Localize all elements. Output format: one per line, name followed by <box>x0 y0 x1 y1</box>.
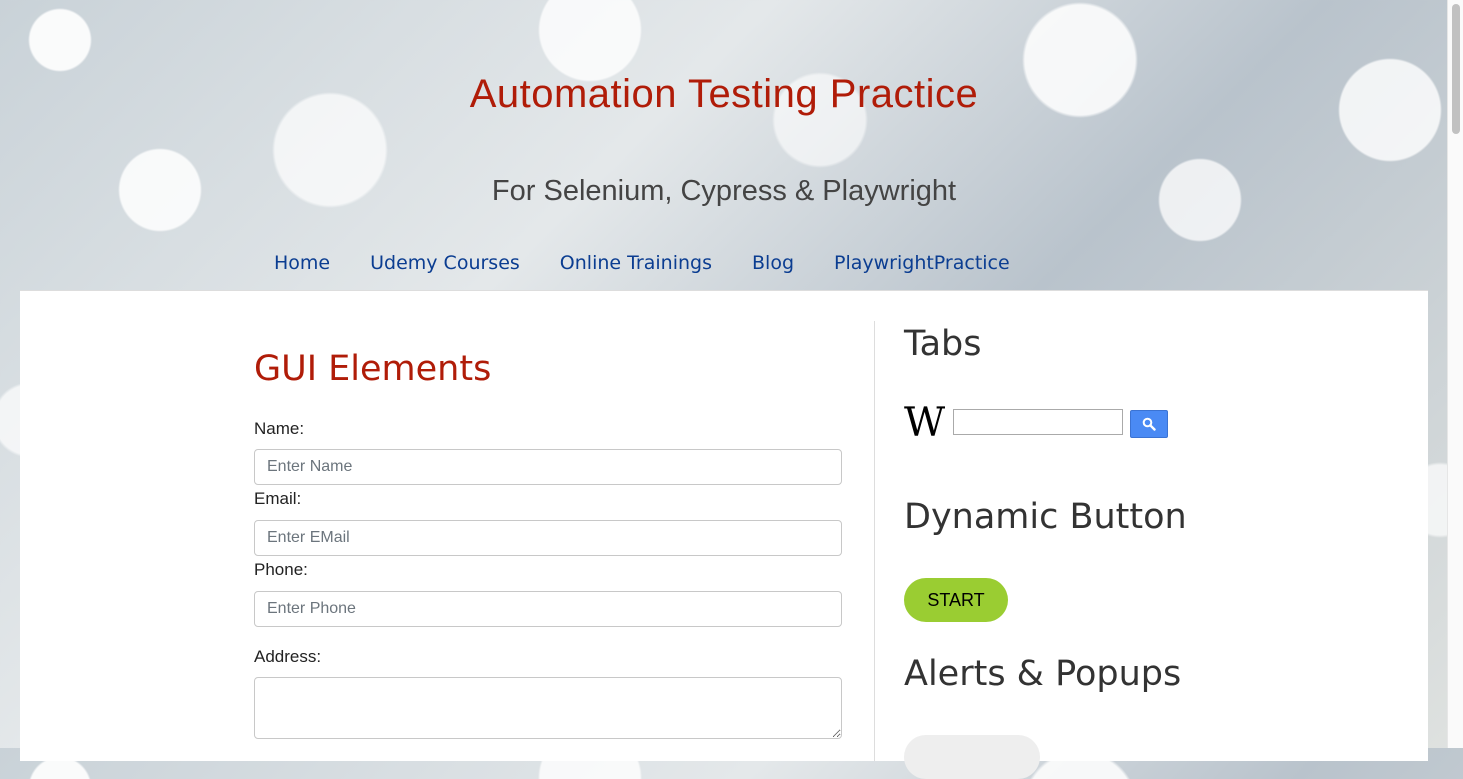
site-subtitle: For Selenium, Cypress & Playwright <box>491 175 957 207</box>
email-label: Email: <box>254 489 302 508</box>
scrollbar-thumb[interactable] <box>1452 4 1460 134</box>
nav-blog[interactable]: Blog <box>752 252 794 274</box>
dynamic-button-heading: Dynamic Button <box>904 497 1187 537</box>
email-input[interactable] <box>254 520 842 556</box>
wikipedia-logo-icon: W <box>904 400 946 446</box>
alerts-popups-heading: Alerts & Popups <box>904 654 1182 694</box>
address-textarea[interactable] <box>254 677 842 739</box>
address-label: Address: <box>254 647 322 666</box>
wikipedia-search-input[interactable] <box>953 409 1123 435</box>
wikipedia-search-button[interactable] <box>1130 410 1168 438</box>
name-label: Name: <box>254 419 305 438</box>
site-title: Automation Testing Practice <box>469 72 979 116</box>
tabs-heading: Tabs <box>904 324 982 364</box>
phone-label: Phone: <box>254 560 308 579</box>
nav-playwright-practice[interactable]: PlaywrightPractice <box>834 252 1010 274</box>
phone-input[interactable] <box>254 591 842 627</box>
nav-home[interactable]: Home <box>274 252 330 274</box>
start-button[interactable]: START <box>904 578 1008 622</box>
main-nav: Home Udemy Courses Online Trainings Blog… <box>274 252 1010 274</box>
nav-udemy-courses[interactable]: Udemy Courses <box>370 252 520 274</box>
main-content: GUI Elements Name: Email: Phone: Address… <box>20 290 1428 779</box>
alert-button-partial[interactable] <box>904 735 1040 779</box>
nav-online-trainings[interactable]: Online Trainings <box>560 252 712 274</box>
name-input[interactable] <box>254 449 842 485</box>
column-divider <box>874 321 875 761</box>
page-scrollbar[interactable] <box>1447 0 1463 748</box>
search-icon <box>1142 417 1156 431</box>
gui-elements-heading: GUI Elements <box>254 349 492 389</box>
